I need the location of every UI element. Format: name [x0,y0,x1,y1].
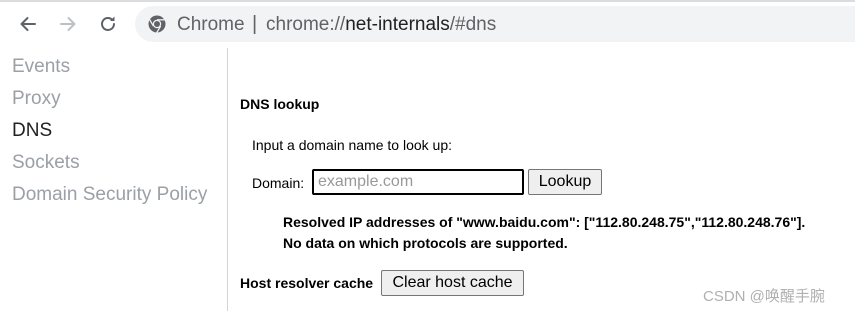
lookup-button[interactable]: Lookup [528,169,602,195]
chrome-icon [148,15,166,33]
clear-host-cache-button[interactable]: Clear host cache [381,270,524,296]
back-button[interactable] [13,9,43,39]
url-path: /#dns [449,14,497,35]
site-chip-label: Chrome [177,14,245,35]
sidebar-item-dns[interactable]: DNS [12,120,52,142]
url-host: net-internals [345,14,450,35]
window-top-border [0,0,855,2]
sidebar: Events Proxy DNS Sockets Domain Security… [0,48,228,311]
domain-input[interactable] [312,169,524,195]
host-resolver-cache-label: Host resolver cache [240,275,374,291]
sidebar-item-domain-security-policy[interactable]: Domain Security Policy [12,184,207,206]
dns-lookup-heading: DNS lookup [240,96,320,112]
domain-label: Domain: [252,175,305,191]
sidebar-item-sockets[interactable]: Sockets [12,152,80,174]
address-bar[interactable]: Chrome | chrome://net-internals/#dns [135,6,855,42]
sidebar-item-events[interactable]: Events [12,56,70,78]
arrow-right-icon [60,17,76,31]
reload-icon [101,16,115,31]
sidebar-item-proxy[interactable]: Proxy [12,88,61,110]
lookup-result: Resolved IP addresses of "www.baidu.com"… [283,212,805,254]
protocols-text: No data on which protocols are supported… [283,235,568,251]
chip-separator: | [252,13,258,35]
browser-toolbar: Chrome | chrome://net-internals/#dns [0,0,855,48]
url-scheme: chrome:// [266,14,346,35]
arrow-left-icon [20,17,36,31]
lookup-prompt: Input a domain name to look up: [252,137,453,153]
reload-button[interactable] [93,9,123,39]
watermark: CSDN @唤醒手腕 [703,288,825,305]
resolved-ip-text: Resolved IP addresses of "www.baidu.com"… [283,214,806,230]
main-content: DNS lookup Input a domain name to look u… [229,48,855,311]
forward-button[interactable] [53,9,83,39]
url-text[interactable]: chrome://net-internals/#dns [266,14,496,36]
